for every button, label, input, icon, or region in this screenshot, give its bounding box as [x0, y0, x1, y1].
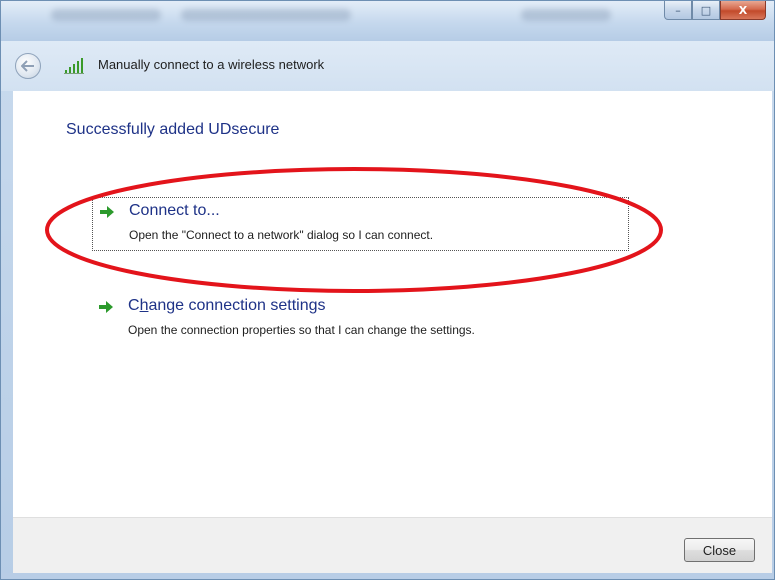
title-bar: – □ X: [1, 1, 774, 41]
back-arrow-icon: [21, 60, 34, 72]
back-button[interactable]: [15, 53, 41, 79]
title-prefix: C: [128, 297, 140, 314]
button-footer: Close: [13, 517, 772, 573]
title-suffix: ange connection settings: [148, 297, 326, 314]
window-bottom-frame: [1, 573, 774, 579]
minimize-icon: –: [675, 3, 681, 17]
connect-to-description: Open the "Connect to a network" dialog s…: [129, 228, 434, 242]
navigation-bar: Manually connect to a wireless network: [1, 41, 774, 91]
close-button[interactable]: Close: [684, 538, 755, 562]
window-controls: – □ X: [664, 1, 766, 20]
wizard-window: – □ X Manually connect to a wireless net…: [0, 0, 775, 580]
green-arrow-icon: [100, 206, 114, 218]
page-title: Manually connect to a wireless network: [98, 57, 325, 72]
close-icon: X: [738, 3, 748, 17]
blurred-search: [521, 9, 611, 21]
green-arrow-icon: [99, 301, 113, 313]
window-close-button[interactable]: X: [720, 1, 766, 20]
blurred-breadcrumb: [181, 9, 351, 21]
maximize-button[interactable]: □: [692, 1, 720, 20]
connect-to-link[interactable]: Connect to... Open the "Connect to a net…: [92, 197, 629, 251]
change-settings-title: Change connection settings: [128, 297, 325, 315]
success-heading: Successfully added UDsecure: [66, 121, 280, 138]
connect-to-title: Connect to...: [129, 202, 220, 219]
change-settings-description: Open the connection properties so that I…: [128, 323, 475, 337]
minimize-button[interactable]: –: [664, 1, 692, 20]
change-connection-settings-link[interactable]: Change connection settings Open the conn…: [92, 293, 629, 347]
wireless-signal-icon: [64, 58, 84, 74]
blurred-breadcrumb: [51, 9, 161, 21]
content-area: Successfully added UDsecure Connect to..…: [13, 91, 772, 517]
maximize-icon: □: [700, 3, 712, 17]
